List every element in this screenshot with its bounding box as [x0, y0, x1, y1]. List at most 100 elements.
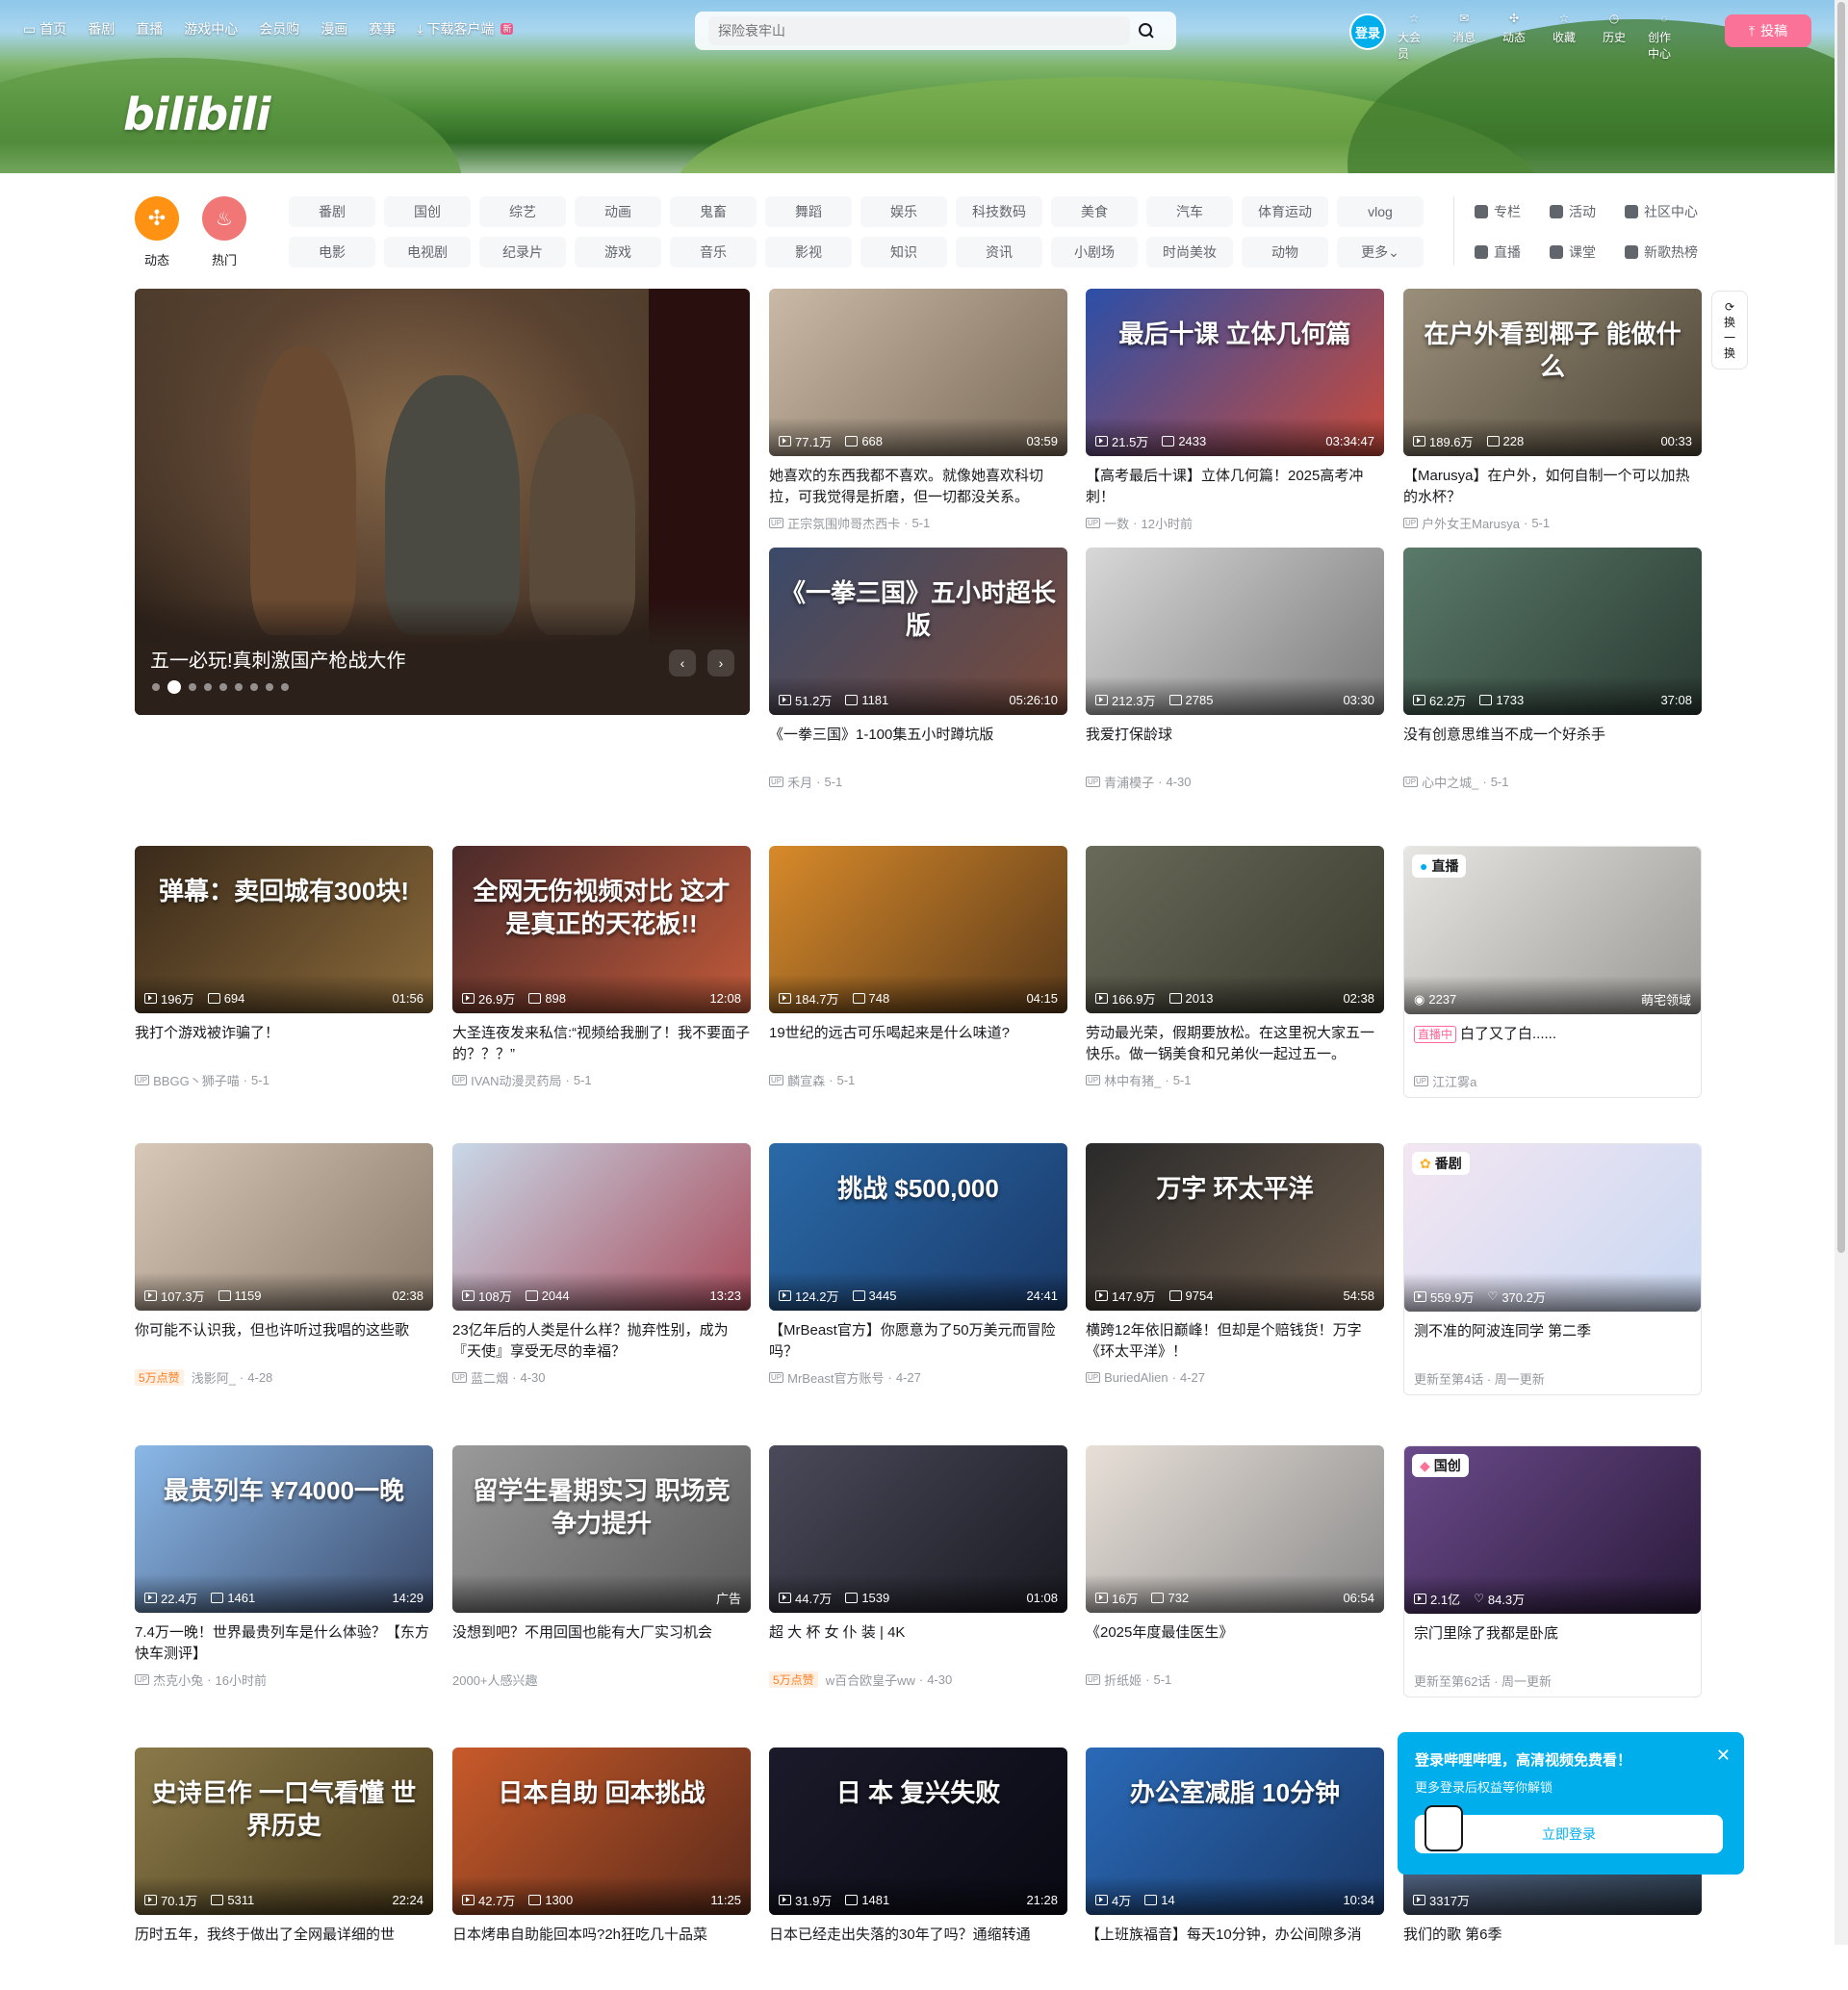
video-card[interactable]: 日本自助 回本挑战 42.7万 1300 11:25 日本烤串自助能回本吗?2h狂吃几十…	[452, 1748, 751, 1990]
video-card[interactable]: 77.1万 668 03:59 她喜欢的东西我都不喜欢。就像她喜欢科切拉，可我觉得是折…	[769, 289, 1067, 531]
video-thumbnail[interactable]: 62.2万 1733 37:08	[1403, 548, 1702, 715]
nav-match[interactable]: 赛事	[369, 19, 396, 38]
link-community[interactable]: 社区中心	[1625, 202, 1700, 221]
carousel-dot[interactable]	[250, 683, 258, 691]
channel-tag[interactable]: 电影	[289, 237, 375, 268]
search-input[interactable]	[708, 16, 1130, 45]
upload-button[interactable]: ⤒ 投稿	[1725, 14, 1811, 47]
nav-live[interactable]: 直播	[136, 19, 163, 38]
nav-home[interactable]: ▭ 首页	[23, 19, 66, 38]
close-icon[interactable]: ✕	[1716, 1746, 1731, 1766]
channel-tag[interactable]: 国创	[384, 196, 471, 227]
carousel-dot[interactable]	[219, 683, 227, 691]
video-title[interactable]: 劳动最光荣，假期要放松。在这里祝大家五一快乐。做一锅美食和兄弟伙一起过五一。	[1086, 1023, 1384, 1065]
video-thumbnail[interactable]: 108万 2044 13:23	[452, 1143, 751, 1311]
video-card[interactable]: 史诗巨作 一口气看懂 世界历史 70.1万 5311 22:24 历时五年，我终于做出了…	[135, 1748, 433, 1990]
video-card[interactable]: 166.9万 2013 02:38 劳动最光荣，假期要放松。在这里祝大家五一快乐。做一…	[1086, 846, 1384, 1088]
live-thumbnail[interactable]: ● 直播 ◉ 2237 萌宅领域	[1404, 847, 1701, 1014]
video-title[interactable]: 我打个游戏被诈骗了！	[135, 1023, 433, 1065]
video-thumbnail[interactable]: 史诗巨作 一口气看懂 世界历史 70.1万 5311 22:24	[135, 1748, 433, 1915]
video-title[interactable]: 7.4万一晚！世界最贵列车是什么体验？【东方快车测评】	[135, 1622, 433, 1665]
channel-tag[interactable]: 资讯	[956, 237, 1042, 268]
uploader-name[interactable]: 折纸姬	[1104, 1671, 1142, 1689]
video-card[interactable]: 办公室减脂 10分钟 4万 14 10:34 【上班族福音】每天10分钟，办公间隙多消	[1086, 1748, 1384, 1990]
carousel-dot[interactable]	[281, 683, 289, 691]
channel-tag[interactable]: 动画	[575, 196, 661, 227]
nav-manga[interactable]: 漫画	[321, 19, 347, 38]
video-title[interactable]: 没有创意思维当不成一个好杀手	[1403, 725, 1702, 767]
channel-tag[interactable]: 游戏	[575, 237, 661, 268]
video-card[interactable]: ◆ 国创 2.1亿 ♡ 84.3万 宗门里除了我都是卧底 更新至第62话 · 周一更新	[1403, 1445, 1702, 1697]
video-title[interactable]: 23亿年后的人类是什么样？抛弃性别，成为『天使』享受无尽的幸福？	[452, 1320, 751, 1363]
video-card[interactable]: 日 本 复兴失败 31.9万 1481 21:28 日本已经走出失落的30年了吗？通缩转…	[769, 1748, 1067, 1990]
channel-tag[interactable]: 鬼畜	[670, 196, 757, 227]
video-card[interactable]: 万字 环太平洋 147.9万 9754 54:58 横跨12年依旧巅峰！但却是个赔钱货！…	[1086, 1143, 1384, 1386]
link-article[interactable]: 专栏	[1475, 202, 1550, 221]
video-title[interactable]: 超 大 杯 女 仆 装 | 4K	[769, 1622, 1067, 1665]
history-link[interactable]: ◷ 历史	[1598, 12, 1630, 62]
video-thumbnail[interactable]: 《一拳三国》五小时超长版 51.2万 1181 05:26:10	[769, 548, 1067, 715]
uploader-name[interactable]: w百合欧皇子ww	[826, 1671, 915, 1689]
video-title[interactable]: 宗门里除了我都是卧底	[1404, 1623, 1701, 1666]
link-course[interactable]: 课堂	[1550, 242, 1625, 262]
favorite-link[interactable]: ☆ 收藏	[1548, 12, 1580, 62]
channel-tag[interactable]: 小剧场	[1051, 237, 1138, 268]
vip-link[interactable]: ☆ 大会员	[1398, 12, 1430, 62]
channel-tag[interactable]: 时尚美妆	[1146, 237, 1233, 268]
video-card[interactable]: 最后十课 立体几何篇 21.5万 2433 03:34:47 【高考最后十课】立体几何篇…	[1086, 289, 1384, 531]
channel-tag[interactable]: 电视剧	[384, 237, 471, 268]
video-thumbnail[interactable]: 办公室减脂 10分钟 4万 14 10:34	[1086, 1748, 1384, 1915]
link-music-chart[interactable]: 新歌热榜	[1625, 242, 1700, 262]
video-title[interactable]: 横跨12年依旧巅峰！但却是个赔钱货！万字《环太平洋》！	[1086, 1320, 1384, 1363]
video-card[interactable]: 弹幕：卖回城有300块! 196万 694 01:56 我打个游戏被诈骗了！ UP BBGG…	[135, 846, 433, 1088]
channel-tag[interactable]: 美食	[1051, 196, 1138, 227]
video-card[interactable]: 108万 2044 13:23 23亿年后的人类是什么样？抛弃性别，成为『天使』享受无…	[452, 1143, 751, 1386]
nav-download[interactable]: ⤓ 下载客户端新	[417, 19, 514, 38]
nav-bangumi[interactable]: 番剧	[88, 19, 115, 38]
uploader-name[interactable]: 禾月	[787, 773, 812, 791]
uploader-name[interactable]: BuriedAlien	[1104, 1370, 1168, 1385]
uploader-name[interactable]: 杰克小兔	[153, 1671, 203, 1689]
channel-tag[interactable]: 番剧	[289, 196, 375, 227]
video-thumbnail[interactable]: 全网无伤视频对比 这才是真正的天花板!! 26.9万 898 12:08	[452, 846, 751, 1013]
video-card[interactable]: 最贵列车 ¥74000一晚 22.4万 1461 14:29 7.4万一晚！世界最贵列车…	[135, 1445, 433, 1688]
link-live[interactable]: 直播	[1475, 242, 1550, 262]
carousel-dot[interactable]	[189, 683, 196, 691]
video-thumbnail[interactable]: 日 本 复兴失败 31.9万 1481 21:28	[769, 1748, 1067, 1915]
video-title[interactable]: 历时五年，我终于做出了全网最详细的世	[135, 1925, 433, 1967]
video-card[interactable]: 212.3万 2785 03:30 我爱打保龄球 UP 青浦模子 · 4-30	[1086, 548, 1384, 790]
video-thumbnail[interactable]: 107.3万 1159 02:38	[135, 1143, 433, 1311]
carousel-dot[interactable]	[152, 683, 160, 691]
live-title[interactable]: 直播中 白了又了白......	[1404, 1024, 1701, 1066]
video-title[interactable]: 我爱打保龄球	[1086, 725, 1384, 767]
video-thumbnail[interactable]: 77.1万 668 03:59	[769, 289, 1067, 456]
bilibili-logo[interactable]: bilibili	[123, 89, 270, 140]
video-thumbnail[interactable]: 最后十课 立体几何篇 21.5万 2433 03:34:47	[1086, 289, 1384, 456]
video-title[interactable]: 大圣连夜发来私信:“视频给我删了！我不要面子的？？？”	[452, 1023, 751, 1065]
carousel-dot[interactable]	[167, 680, 181, 694]
live-card[interactable]: ● 直播 ◉ 2237 萌宅领域 直播中 白了又了白...... UP 江江雾a	[1403, 846, 1702, 1098]
channel-hot[interactable]: ♨ 热门	[202, 196, 246, 268]
video-card[interactable]: 挑战 $500,000 124.2万 3445 24:41 【MrBeast官方】你愿意…	[769, 1143, 1067, 1386]
channel-tag[interactable]: 科技数码	[956, 196, 1042, 227]
channel-dynamic[interactable]: ✣ 动态	[135, 196, 179, 268]
carousel-prev-button[interactable]: ‹	[669, 650, 696, 676]
video-card[interactable]: 184.7万 748 04:15 19世纪的远古可乐喝起来是什么味道? UP 麟宣森 · 5-…	[769, 846, 1067, 1088]
nav-game-center[interactable]: 游戏中心	[184, 19, 238, 38]
video-title[interactable]: 我们的歌 第6季	[1403, 1925, 1702, 1967]
video-card[interactable]: ✿ 番剧 559.9万 ♡ 370.2万 测不准的阿波连同学 第二季 更新至第4话 · 周一…	[1403, 1143, 1702, 1395]
dynamic-link[interactable]: ✣ 动态	[1498, 12, 1530, 62]
video-thumbnail[interactable]: 挑战 $500,000 124.2万 3445 24:41	[769, 1143, 1067, 1311]
channel-tag[interactable]: 舞蹈	[765, 196, 852, 227]
channel-tag[interactable]: 综艺	[479, 196, 566, 227]
video-title[interactable]: 日本烤串自助能回本吗?2h狂吃几十品菜	[452, 1925, 751, 1967]
video-title[interactable]: 【Marusya】在户外，如何自制一个可以加热的水杯？	[1403, 466, 1702, 508]
video-card[interactable]: 16万 732 06:54 《2025年度最佳医生》 UP 折纸姬 · 5-1	[1086, 1445, 1384, 1688]
banner-carousel[interactable]: 五一必玩!真刺激国产枪战大作 ‹ ›	[135, 289, 750, 715]
video-thumbnail[interactable]: 最贵列车 ¥74000一晚 22.4万 1461 14:29	[135, 1445, 433, 1613]
video-title[interactable]: 测不准的阿波连同学 第二季	[1404, 1321, 1701, 1364]
channel-tag[interactable]: 动物	[1242, 237, 1328, 268]
video-card[interactable]: 44.7万 1539 01:08 超 大 杯 女 仆 装 | 4K 5万点赞 w百合欧皇子…	[769, 1445, 1067, 1688]
video-title[interactable]: 19世纪的远古可乐喝起来是什么味道?	[769, 1023, 1067, 1065]
login-avatar-button[interactable]: 登录	[1349, 13, 1386, 50]
